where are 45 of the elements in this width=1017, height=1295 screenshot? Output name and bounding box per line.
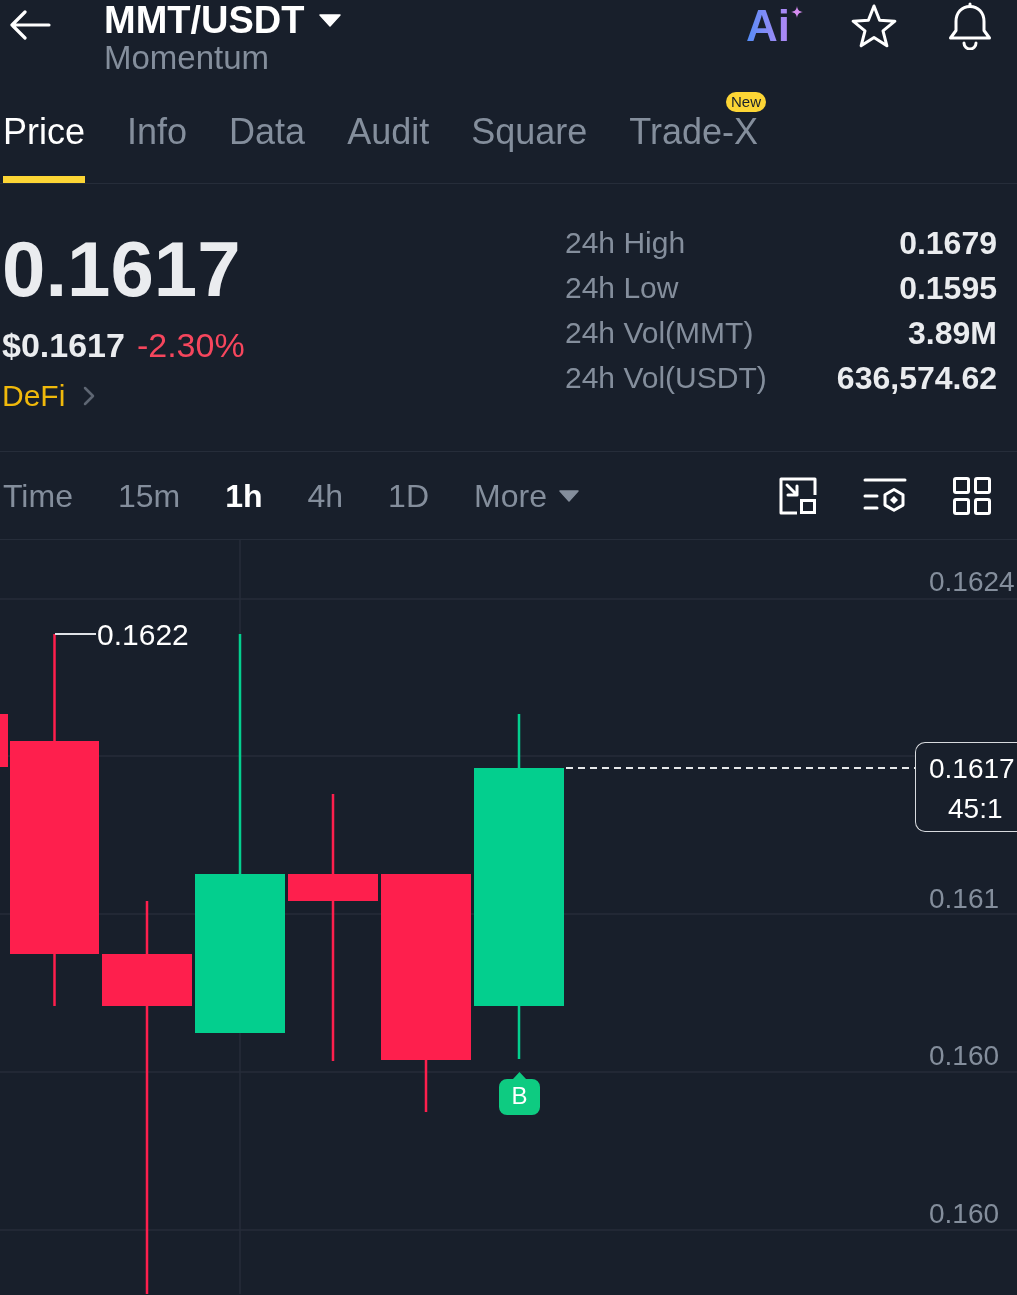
pair-subtitle: Momentum [104, 40, 270, 76]
new-badge: New [726, 92, 766, 112]
price-axis-label: 0.160 [929, 1199, 1000, 1229]
countdown-timer: 45:1 [947, 794, 1003, 824]
interval-option[interactable]: 1D [388, 475, 429, 516]
stat-label: 24h Vol(MMT) [565, 314, 754, 351]
caret-icon [558, 489, 579, 502]
stat-value: 636,574.62 [836, 359, 997, 396]
tag-price: 0.1617 [929, 754, 1015, 784]
price-change: -2.30% [136, 325, 245, 365]
candle [0, 714, 8, 767]
usd-price: $0.1617 [2, 325, 125, 365]
stat-label: 24h High [565, 224, 686, 261]
stat-value: 3.89M [908, 314, 997, 351]
stat-label: 24h Vol(USDT) [565, 359, 767, 396]
interval-option[interactable]: 1h [225, 475, 263, 516]
price-axis-label: 0.1624 [929, 567, 1015, 597]
interval-option[interactable]: Time [3, 475, 73, 516]
star-icon[interactable] [850, 3, 898, 49]
interval-option[interactable]: 4h [307, 475, 344, 516]
tab[interactable]: Price [3, 112, 86, 183]
pair-selector[interactable]: MMT/USDT [104, 0, 341, 40]
tab[interactable]: Data [229, 112, 306, 183]
tab[interactable]: Audit [347, 112, 430, 183]
stat-label: 24h Low [565, 269, 679, 306]
more-dropdown[interactable]: More [474, 475, 579, 516]
frame-arrow-icon[interactable] [778, 475, 818, 516]
caret-icon [318, 13, 341, 27]
back-arrow-icon[interactable] [9, 10, 51, 40]
leader-line [54, 633, 97, 635]
price-axis-label: 0.160 [929, 1041, 1000, 1071]
category-link[interactable]: DeFi [2, 378, 96, 414]
interval-option[interactable]: 15m [117, 475, 181, 516]
price-axis-label: 0.161 [929, 884, 1000, 914]
high-price-label: 0.1622 [97, 620, 189, 650]
buy-marker: B [499, 1072, 540, 1115]
tab[interactable]: Square [471, 112, 588, 183]
stat-value: 0.1595 [899, 269, 997, 306]
stat-value: 0.1679 [899, 224, 997, 261]
chevron-right-icon [83, 386, 96, 406]
tab[interactable]: Info [127, 112, 188, 183]
sparkle-icon [791, 6, 803, 18]
grid-icon[interactable] [952, 475, 992, 516]
tab[interactable]: New Trade-X [629, 92, 766, 183]
last-price: 0.1617 [2, 229, 241, 309]
